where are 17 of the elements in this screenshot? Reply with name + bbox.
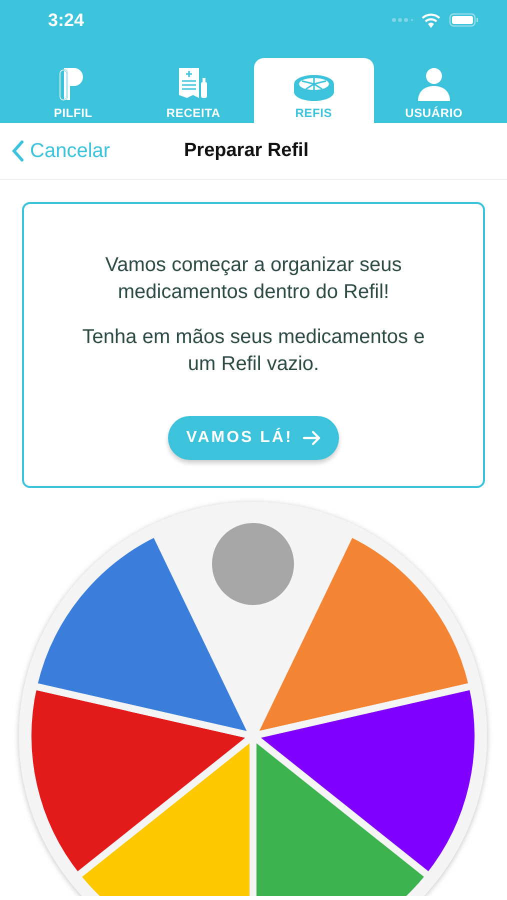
refill-container-icon	[292, 72, 336, 102]
tab[interactable]: PILFIL	[13, 58, 134, 123]
start-button[interactable]: VAMOS LÁ!	[168, 416, 339, 460]
arrow-right-icon	[302, 430, 321, 446]
tab[interactable]: RECEITA	[133, 58, 254, 123]
instruction-text: Vamos começar a organizar seus medicamentos dentro do Refil!	[104, 253, 403, 305]
user-icon	[416, 66, 452, 102]
tab[interactable]: USUÁRIO	[374, 58, 494, 123]
tab[interactable]: REFIS	[254, 58, 374, 123]
screen-title: Preparar Refil	[184, 140, 309, 162]
status-time: 3:24	[48, 10, 84, 30]
instruction-text: Tenha em mãos seus medicamentos e um Refil vazio.	[81, 325, 426, 377]
battery-icon	[449, 13, 479, 27]
signal-icon	[391, 17, 413, 23]
wifi-icon	[421, 12, 441, 28]
back-chevron-icon	[12, 140, 24, 162]
back-button[interactable]: Cancelar	[12, 140, 110, 162]
